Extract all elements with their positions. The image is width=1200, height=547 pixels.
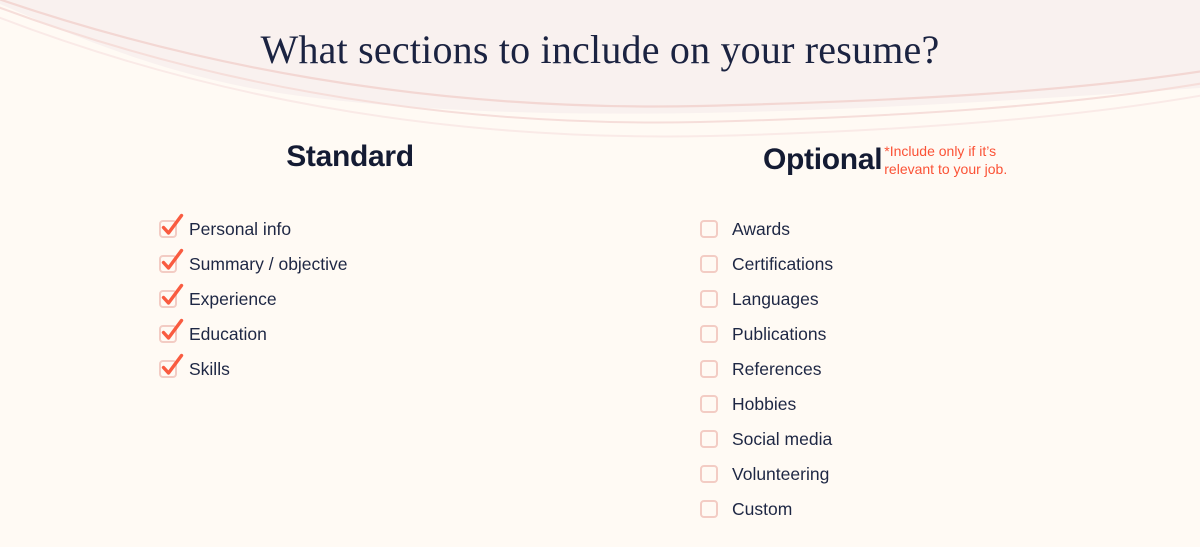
list-item-label: Publications — [732, 323, 827, 344]
list-item[interactable]: Social media — [700, 421, 833, 456]
standard-column: Standard Personal info Summary / objecti… — [100, 140, 600, 379]
list-item-label: Education — [189, 323, 267, 344]
list-item-label: Hobbies — [732, 393, 797, 414]
list-item[interactable]: Custom — [700, 491, 833, 526]
optional-checklist: Awards Certifications Languages Publicat… — [700, 211, 833, 526]
optional-heading: Optional — [763, 143, 883, 176]
list-item[interactable]: References — [700, 351, 833, 386]
checkbox-empty[interactable] — [700, 219, 718, 238]
optional-column-header: Optional *Include only if it’s relevant … — [640, 140, 1160, 188]
checkbox-empty[interactable] — [700, 499, 718, 518]
standard-heading: Standard — [286, 140, 414, 173]
checkbox-empty[interactable] — [700, 464, 718, 483]
list-item-label: Volunteering — [732, 463, 830, 484]
note-line-1: Include only if it’s — [889, 143, 997, 159]
list-item[interactable]: Awards — [700, 211, 833, 246]
checkbox-checked[interactable] — [159, 353, 184, 378]
list-item-label: Certifications — [732, 253, 834, 274]
list-item-label: Languages — [732, 288, 819, 309]
list-item[interactable]: Skills — [159, 351, 348, 386]
check-icon — [161, 353, 184, 375]
checkbox-empty[interactable] — [700, 429, 718, 448]
list-item[interactable]: Education — [159, 316, 348, 351]
check-icon — [161, 213, 184, 235]
optional-column: Optional *Include only if it’s relevant … — [640, 140, 1160, 519]
standard-column-header: Standard — [100, 140, 600, 188]
list-item[interactable]: Languages — [700, 281, 833, 316]
list-item[interactable]: Volunteering — [700, 456, 833, 491]
infographic-canvas: What sections to include on your resume?… — [0, 0, 1200, 547]
note-line-2: relevant to your job. — [884, 160, 1008, 177]
list-item-label: Summary / objective — [189, 253, 348, 274]
check-icon — [161, 283, 184, 305]
checkbox-checked[interactable] — [159, 318, 184, 343]
checkbox-empty[interactable] — [700, 289, 718, 308]
checkbox-empty[interactable] — [700, 324, 718, 343]
list-item-label: Skills — [189, 358, 230, 379]
list-item[interactable]: Publications — [700, 316, 833, 351]
standard-checklist: Personal info Summary / objective Experi… — [159, 211, 348, 386]
list-item[interactable]: Personal info — [159, 211, 348, 246]
checkbox-empty[interactable] — [700, 394, 718, 413]
check-icon — [161, 318, 184, 340]
list-item-label: Social media — [732, 428, 833, 449]
list-item-label: Experience — [189, 288, 277, 309]
list-item[interactable]: Summary / objective — [159, 246, 348, 281]
check-icon — [161, 248, 184, 270]
checkbox-empty[interactable] — [700, 359, 718, 378]
page-title: What sections to include on your resume? — [260, 27, 940, 72]
list-item[interactable]: Certifications — [700, 246, 833, 281]
checkbox-checked[interactable] — [159, 283, 184, 308]
list-item-label: Personal info — [189, 218, 292, 239]
checkbox-checked[interactable] — [159, 213, 184, 238]
checkbox-checked[interactable] — [159, 248, 184, 273]
list-item-label: References — [732, 358, 822, 379]
list-item-label: Awards — [732, 218, 791, 239]
list-item-label: Custom — [732, 498, 793, 519]
checkbox-empty[interactable] — [700, 254, 718, 273]
list-item[interactable]: Experience — [159, 281, 348, 316]
optional-note: *Include only if it’s relevant to your j… — [884, 143, 1007, 178]
list-item[interactable]: Hobbies — [700, 386, 833, 421]
